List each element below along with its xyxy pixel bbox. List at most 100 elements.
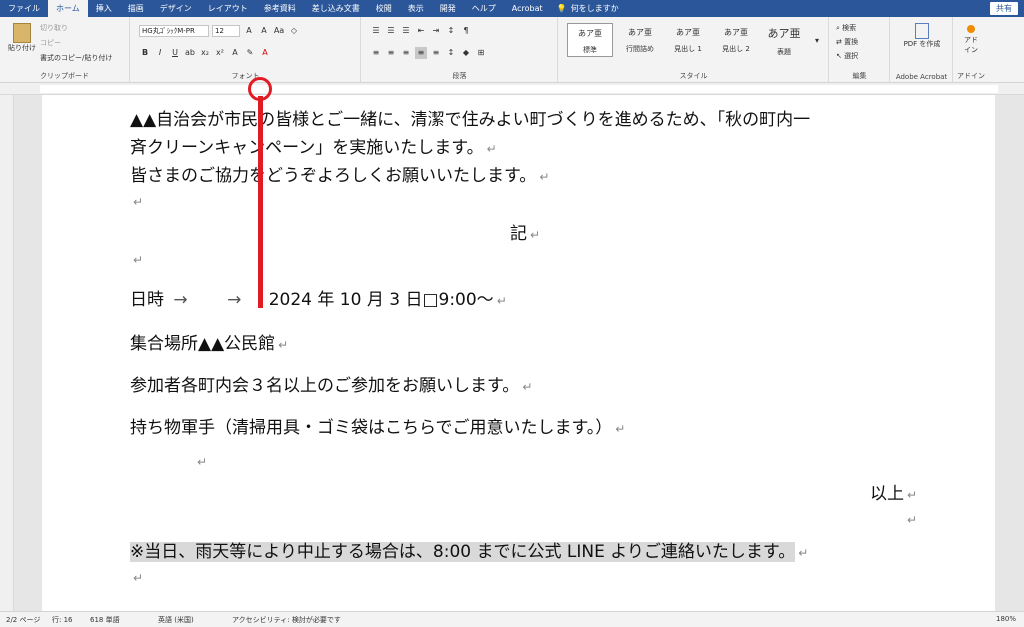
italic-icon[interactable]: I — [154, 47, 166, 59]
cut-button[interactable]: 切り取り — [40, 23, 68, 33]
sort-icon[interactable]: ↕ — [445, 25, 457, 37]
multilevel-list-icon[interactable]: ☰ — [400, 25, 412, 37]
font-name-combo[interactable]: HG丸ｺﾞｼｯｸM-PR — [139, 25, 209, 37]
show-marks-icon[interactable]: ¶ — [460, 25, 472, 37]
tab-insert[interactable]: 挿入 — [88, 0, 120, 17]
style-heading2[interactable]: あア亜 見出し 2 — [713, 23, 759, 57]
paragraph-mark-icon: ↵ — [486, 142, 497, 156]
justify-icon[interactable]: ≡ — [415, 47, 427, 59]
tab-layout[interactable]: レイアウト — [200, 0, 256, 17]
copy-button[interactable]: コピー — [40, 38, 61, 48]
tab-developer[interactable]: 開発 — [432, 0, 464, 17]
select-button[interactable]: ↖ 選択 — [836, 51, 858, 61]
styles-group-label: スタイル — [679, 72, 708, 80]
tab-draw[interactable]: 描画 — [120, 0, 152, 17]
paragraph-mark-icon: ↵ — [798, 546, 809, 560]
highlight-icon[interactable]: ✎ — [244, 47, 256, 59]
text-effects-icon[interactable]: A — [229, 47, 241, 59]
style-no-spacing[interactable]: あア亜 行間詰め — [617, 23, 663, 57]
font-color-icon[interactable]: A — [259, 47, 271, 59]
tab-acrobat[interactable]: Acrobat — [504, 0, 551, 17]
shrink-font-icon[interactable]: A — [258, 25, 270, 37]
find-button[interactable]: ⌕ 検索 — [836, 23, 856, 33]
clipboard-label: クリップボード — [40, 72, 89, 80]
horizontal-ruler[interactable] — [0, 83, 1024, 95]
cursor-icon: ↖ — [836, 52, 845, 60]
borders-icon[interactable]: ⊞ — [475, 47, 487, 59]
tab-file[interactable]: ファイル — [0, 0, 48, 17]
tab-review[interactable]: 校閲 — [368, 0, 400, 17]
paragraph-mark-icon: ↵ — [615, 422, 626, 436]
superscript-icon[interactable]: x² — [214, 47, 226, 59]
empty-paragraph: ↵ — [130, 567, 143, 587]
tab-help[interactable]: ヘルプ — [464, 0, 504, 17]
status-bar: 2/2 ページ 行: 16 618 単語 英語 (米国) アクセシビリティ: 検… — [0, 611, 1024, 627]
tell-me-search[interactable]: 💡 何をしますか — [557, 3, 619, 14]
line-spacing-icon[interactable]: ↕ — [445, 47, 457, 59]
group-addin: アド イン アドイン — [954, 17, 988, 83]
paragraph-mark-icon: ↵ — [278, 338, 289, 352]
doc-note-line: ※当日、雨天等により中止する場合は、8:00 までに公式 LINE よりご連絡い… — [130, 542, 809, 562]
document-page[interactable]: ▲▲自治会が市民の皆様とご一緒に、清潔で住みよい町づくりを進めるため、「秋の町内… — [42, 95, 995, 611]
replace-button[interactable]: ⇄ 置換 — [836, 37, 858, 47]
vertical-scrollbar[interactable] — [1012, 95, 1024, 611]
status-page[interactable]: 2/2 ページ — [6, 615, 40, 625]
empty-paragraph: ↵ — [130, 249, 143, 269]
style-title[interactable]: あア亜 表題 — [761, 23, 807, 57]
ribbon: 貼り付け 切り取り コピー 書式のコピー/貼り付け クリップボード HG丸ｺﾞｼ… — [0, 17, 1024, 83]
distributed-icon[interactable]: ≡ — [430, 47, 442, 59]
paragraph-mark-icon: ↵ — [907, 488, 918, 502]
tab-mailings[interactable]: 差し込み文書 — [304, 0, 368, 17]
addin-button[interactable]: アド イン — [960, 23, 982, 55]
ruler-track — [40, 85, 998, 93]
align-right-icon[interactable]: ≡ — [400, 47, 412, 59]
increase-indent-icon[interactable]: ⇥ — [430, 25, 442, 37]
decrease-indent-icon[interactable]: ⇤ — [415, 25, 427, 37]
style-heading1[interactable]: あア亜 見出し 1 — [665, 23, 711, 57]
status-language[interactable]: 英語 (米国) — [158, 615, 194, 625]
underline-icon[interactable]: U — [169, 47, 181, 59]
bullets-icon[interactable]: ☰ — [370, 25, 382, 37]
format-painter-button[interactable]: 書式のコピー/貼り付け — [40, 53, 112, 63]
paragraph-mark-icon: ↵ — [522, 380, 533, 394]
group-paragraph: ☰ ☰ ☰ ⇤ ⇥ ↕ ¶ ≡ ≡ ≡ ≡ ≡ ↕ ◆ ⊞ 段落 — [362, 17, 558, 83]
doc-place-line: 集合場所▲▲公民館 ↵ — [130, 334, 289, 354]
paragraph-mark-icon: ↵ — [530, 228, 541, 242]
style-normal[interactable]: あア亜 標準 — [567, 23, 613, 57]
status-zoom[interactable]: 180% — [996, 615, 1016, 623]
paragraph-mark-icon: ↵ — [197, 455, 208, 469]
paragraph-mark-icon: ↵ — [539, 170, 550, 184]
change-case-icon[interactable]: Aa — [273, 25, 285, 37]
shading-icon[interactable]: ◆ — [460, 47, 472, 59]
vertical-ruler[interactable] — [0, 95, 14, 611]
group-font: HG丸ｺﾞｼｯｸM-PR 12 A A Aa ◇ B I U ab x₂ x² … — [131, 17, 361, 83]
paragraph-group-label: 段落 — [452, 72, 467, 80]
styles-more-icon[interactable]: ▾ — [811, 35, 823, 47]
annotation-line — [258, 96, 263, 308]
paragraph-mark-icon: ↵ — [133, 195, 144, 209]
bold-icon[interactable]: B — [139, 47, 151, 59]
strikethrough-icon[interactable]: ab — [184, 47, 196, 59]
tab-home[interactable]: ホーム — [48, 0, 88, 17]
font-size-combo[interactable]: 12 — [212, 25, 240, 37]
status-words[interactable]: 618 単語 — [90, 615, 120, 625]
clear-format-icon[interactable]: ◇ — [288, 25, 300, 37]
status-accessibility[interactable]: アクセシビリティ: 検討が必要です — [232, 615, 341, 625]
empty-paragraph: ↵ — [904, 509, 917, 529]
group-styles: あア亜 標準 あア亜 行間詰め あア亜 見出し 1 あア亜 見出し 2 あア亜 … — [559, 17, 829, 83]
create-pdf-button[interactable]: PDF を作成 — [904, 23, 940, 49]
align-center-icon[interactable]: ≡ — [385, 47, 397, 59]
align-left-icon[interactable]: ≡ — [370, 47, 382, 59]
tab-references[interactable]: 参考資料 — [256, 0, 304, 17]
doc-date-line: 日時 → → 2024 年 10 月 3 日□9:00～ ↵ — [130, 290, 507, 310]
grow-font-icon[interactable]: A — [243, 25, 255, 37]
paste-button[interactable]: 貼り付け — [8, 23, 36, 53]
subscript-icon[interactable]: x₂ — [199, 47, 211, 59]
share-button[interactable]: 共有 — [990, 2, 1018, 15]
lightbulb-icon: 💡 — [556, 4, 567, 13]
tab-view[interactable]: 表示 — [400, 0, 432, 17]
replace-icon: ⇄ — [836, 38, 845, 46]
pdf-icon — [915, 23, 929, 39]
numbering-icon[interactable]: ☰ — [385, 25, 397, 37]
tab-design[interactable]: デザイン — [152, 0, 200, 17]
